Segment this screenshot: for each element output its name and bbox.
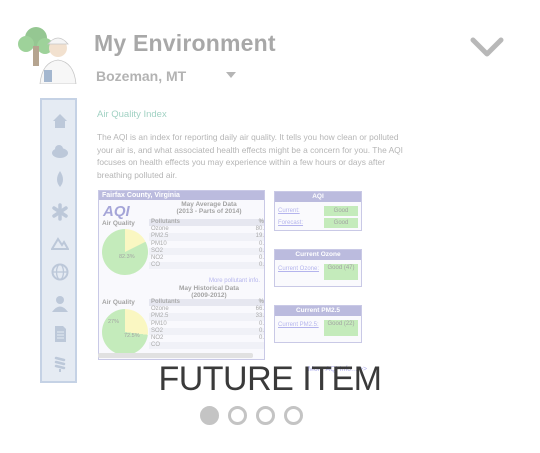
horizontal-scrollbar[interactable] — [98, 353, 253, 358]
mountain-icon — [50, 234, 70, 252]
table-row: PM10 0. — [151, 320, 264, 327]
aqi-logo: AQI — [103, 203, 130, 220]
county-name: Fairfax County, Virginia — [99, 191, 264, 200]
pollutant-table-historical: Pollutants% Ozone 66. PM2.5 33. PM10 0. SO2… — [149, 299, 264, 350]
document-icon — [51, 325, 69, 343]
table-row: SO2 0. — [149, 327, 264, 335]
pie-historical-label-b: 72.5% — [124, 333, 140, 339]
future-item-label: FUTURE ITEM — [158, 360, 382, 398]
pie-chart-average — [102, 229, 148, 275]
air-quality-label: Air Quality — [102, 220, 135, 227]
pm25-box: Current PM2.5 Current PM2.5: Good (22) — [274, 305, 362, 343]
person-icon — [51, 295, 69, 313]
aqi-heading: Air Quality Index — [97, 109, 167, 120]
globe-icon — [51, 263, 69, 281]
collapse-chevron-icon[interactable] — [470, 36, 504, 58]
pollutants-header: Pollutants% — [149, 299, 264, 307]
home-icon — [51, 112, 69, 130]
pager-dot-3[interactable] — [256, 406, 275, 425]
pollutants-header: Pollutants% — [149, 219, 264, 227]
may-average-title: May Average Data — [181, 201, 237, 208]
table-row: SO2 0. — [149, 247, 264, 255]
ozone-box-title: Current Ozone — [275, 250, 361, 260]
county-panel: Fairfax County, Virginia AQI May Average… — [98, 190, 265, 360]
pager-dot-4[interactable] — [284, 406, 303, 425]
pie-historical-label-a: 27% — [108, 319, 120, 325]
avatar — [14, 22, 78, 85]
table-row: CO — [149, 342, 264, 350]
pie-average-label: 82.3% — [119, 254, 135, 260]
table-row: PM2.5 19. — [149, 233, 264, 241]
ozone-box: Current Ozone Current Ozone: Good (47) — [274, 249, 362, 287]
aqi-box: AQI Current: Good Forecast: Good — [274, 191, 362, 231]
historical-sub: (2009-2012) — [191, 292, 227, 299]
location-select[interactable]: Bozeman, MT — [96, 68, 186, 84]
air-quality-label-hist: Air Quality — [102, 299, 135, 306]
page-title: My Environment — [94, 30, 276, 56]
historical-title: May Historical Data — [179, 285, 239, 292]
table-row: Ozone 66. — [151, 306, 264, 313]
more-pollutant-link[interactable]: More pollutant info. — [209, 278, 260, 284]
preview-sidebar — [40, 98, 77, 383]
ozone-current-row[interactable]: Current Ozone: Good (47) — [275, 264, 361, 283]
aqi-box-title: AQI — [275, 192, 361, 202]
table-row: PM2.5 33. — [149, 313, 264, 321]
table-row: NO2 0. — [151, 334, 264, 341]
table-row: PM10 0. — [151, 240, 264, 247]
aqi-description: The AQI is an index for reporting daily … — [97, 132, 404, 180]
drop-icon — [51, 170, 69, 188]
pollutant-table-average: Pollutants% Ozone 80. PM2.5 19. PM10 0. SO2… — [149, 219, 264, 270]
asterisk-icon — [51, 203, 69, 221]
table-row: CO 0. — [149, 262, 264, 270]
pager-dot-2[interactable] — [228, 406, 247, 425]
chevron-down-icon[interactable] — [226, 72, 236, 78]
aqi-forecast-row[interactable]: Forecast: Good — [275, 217, 361, 229]
pm25-current-row[interactable]: Current PM2.5: Good (22) — [275, 320, 361, 339]
may-average-sub: (2013 - Parts of 2014) — [176, 208, 242, 215]
table-row: NO2 0. — [151, 254, 264, 261]
table-row: Ozone 80. — [151, 226, 264, 233]
preview-content: Air Quality Index The AQI is an index fo… — [90, 98, 410, 388]
cloud-icon — [51, 142, 69, 160]
pager-dot-1[interactable] — [200, 406, 219, 425]
future-item-preview[interactable]: Air Quality Index The AQI is an index fo… — [40, 98, 410, 388]
aqi-current-row[interactable]: Current: Good — [275, 205, 361, 217]
pm25-box-title: Current PM2.5 — [275, 306, 361, 316]
pie-chart-historical — [102, 309, 148, 355]
